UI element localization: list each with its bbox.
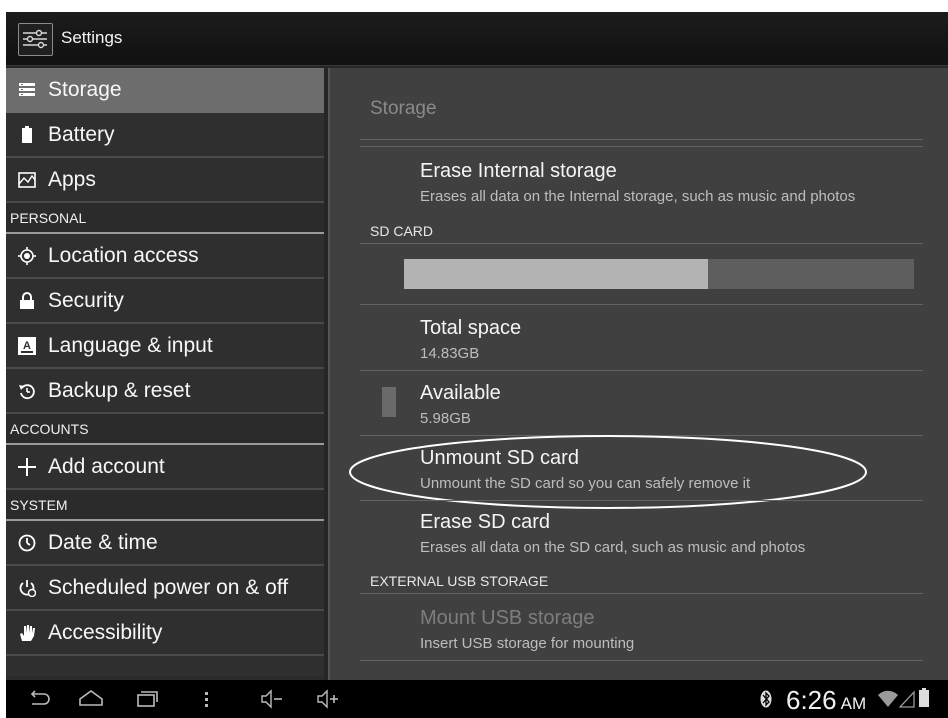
volume-up-icon[interactable] <box>316 688 344 715</box>
storage-icon <box>18 81 36 99</box>
available-item: Available 5.98GB <box>420 382 501 427</box>
menu-item-backup-reset[interactable]: Backup & reset <box>6 369 324 414</box>
bluetooth-icon <box>760 690 772 713</box>
section-header-personal: PERSONAL <box>6 203 324 234</box>
row-value: 14.83GB <box>420 345 480 362</box>
row-title: Erase Internal storage <box>420 160 617 182</box>
storage-detail-pane: Storage Erase Internal storage Erases al… <box>328 68 948 680</box>
hand-icon <box>18 624 36 642</box>
volume-down-icon[interactable] <box>260 688 288 715</box>
backup-icon <box>18 382 36 400</box>
divider <box>360 146 923 147</box>
menu-item-scheduled-power[interactable]: Scheduled power on & off <box>6 566 324 611</box>
menu-item-storage[interactable]: Storage <box>6 68 324 113</box>
section-header-external-usb: EXTERNAL USB STORAGE <box>370 573 549 589</box>
menu-label: Backup & reset <box>48 378 191 402</box>
menu-item-security[interactable]: Security <box>6 279 324 324</box>
menu-item-battery[interactable]: Battery <box>6 113 324 158</box>
divider <box>360 370 923 371</box>
divider <box>360 304 923 305</box>
highlight-ellipse-annotation <box>349 435 867 509</box>
system-navigation-bar: 6:26 AM <box>6 680 948 718</box>
battery-icon <box>18 126 36 144</box>
menu-item-apps[interactable]: Apps <box>6 158 324 203</box>
pane-title: Storage <box>370 98 437 119</box>
menu-item-add-account[interactable]: Add account <box>6 445 324 490</box>
section-header-system: SYSTEM <box>6 490 324 521</box>
menu-label: Storage <box>48 77 122 101</box>
erase-sd-card-item[interactable]: Erase SD card Erases all data on the SD … <box>420 511 805 556</box>
menu-item-accessibility[interactable]: Accessibility <box>6 611 324 656</box>
android-screen: Settings Storage Battery Apps PERSONAL L… <box>6 12 948 718</box>
row-title: Available <box>420 382 501 404</box>
svg-text:A: A <box>23 340 31 352</box>
menu-label: Security <box>48 288 124 312</box>
section-header-accounts: ACCOUNTS <box>6 414 324 445</box>
battery-status-icon <box>918 688 930 713</box>
row-subtitle: Erases all data on the SD card, such as … <box>420 539 806 556</box>
divider <box>360 593 923 594</box>
apps-icon <box>18 171 36 189</box>
menu-label: Date & time <box>48 530 158 554</box>
total-space-item: Total space 14.83GB <box>420 317 521 362</box>
plus-icon <box>18 457 36 476</box>
mount-usb-storage-item[interactable]: Mount USB storage Insert USB storage for… <box>420 607 634 652</box>
settings-sliders-icon[interactable] <box>18 23 53 56</box>
menu-label: Add account <box>48 454 165 478</box>
section-header-sd-card: SD CARD <box>370 223 434 239</box>
home-icon[interactable] <box>78 688 104 715</box>
menu-dots-icon[interactable] <box>202 688 212 715</box>
menu-item-partial[interactable] <box>6 656 324 676</box>
location-icon <box>18 246 36 265</box>
action-bar: Settings <box>6 12 948 66</box>
lock-icon <box>18 292 36 310</box>
menu-item-language-input[interactable]: A Language & input <box>6 324 324 369</box>
menu-label: Location access <box>48 243 199 267</box>
signal-icon <box>898 690 915 713</box>
row-title: Total space <box>420 317 522 339</box>
row-subtitle: Erases all data on the Internal storage,… <box>420 188 856 205</box>
back-icon[interactable] <box>26 688 52 715</box>
erase-internal-storage-item[interactable]: Erase Internal storage Erases all data o… <box>420 160 855 205</box>
divider <box>360 139 923 140</box>
wifi-icon <box>878 690 898 713</box>
row-title: Mount USB storage <box>420 607 595 629</box>
menu-label: Battery <box>48 122 115 146</box>
sd-usage-bar <box>404 259 914 289</box>
menu-item-location-access[interactable]: Location access <box>6 234 324 279</box>
menu-label: Apps <box>48 167 96 191</box>
clock-icon <box>18 534 36 552</box>
sd-usage-fill <box>404 259 708 289</box>
app-title: Settings <box>61 28 123 47</box>
recent-apps-icon[interactable] <box>134 688 160 715</box>
status-clock: 6:26 AM <box>786 685 866 716</box>
row-value: 5.98GB <box>420 410 471 427</box>
menu-label: Scheduled power on & off <box>48 575 289 599</box>
available-color-swatch <box>382 387 396 417</box>
menu-label: Accessibility <box>48 620 163 644</box>
menu-item-date-time[interactable]: Date & time <box>6 521 324 566</box>
clock-ampm: AM <box>840 694 867 713</box>
divider <box>360 500 923 501</box>
divider <box>360 243 923 244</box>
menu-label: Language & input <box>48 333 213 357</box>
row-subtitle: Insert USB storage for mounting <box>420 635 635 652</box>
power-schedule-icon <box>18 579 36 597</box>
settings-menu: Storage Battery Apps PERSONAL Location a… <box>6 68 324 680</box>
clock-time: 6:26 <box>786 685 837 715</box>
divider <box>360 660 923 661</box>
row-title: Erase SD card <box>420 511 551 533</box>
keyboard-icon: A <box>18 336 36 355</box>
